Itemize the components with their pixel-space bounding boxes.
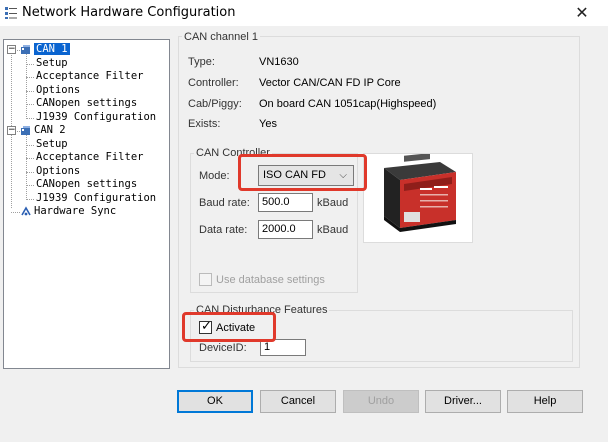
type-label: Type: [188,56,215,68]
tree-connector [26,144,34,146]
tree-connector [26,90,34,92]
tree-connector [26,77,34,78]
tree-item-label: CANopen settings [36,97,138,109]
tree-connector [26,117,34,119]
tree-item-setup[interactable]: Setup [36,138,68,151]
activate-highlight [182,312,276,342]
tree-item-can-1[interactable]: CAN 1 [34,43,70,56]
tree-connector [26,158,34,159]
tree-item-canopen-settings[interactable]: CANopen settings [36,178,137,191]
ok-button[interactable]: OK [177,390,253,413]
mode-label: Mode: [199,170,230,182]
data-rate-input[interactable]: 2000.0 [258,220,313,239]
exists-value: Yes [259,118,277,130]
tree-item-acceptance-filter[interactable]: Acceptance Filter [36,151,143,164]
tree-item-label: Setup [36,56,68,69]
channel-group-title: CAN channel 1 [182,31,260,43]
type-value: VN1630 [259,56,299,68]
close-button[interactable]: ✕ [570,2,594,24]
window-title: Network Hardware Configuration [22,5,236,20]
network-config-icon [5,7,17,19]
driver-button[interactable]: Driver... [425,390,501,413]
tree-connector [11,212,20,213]
tree-item-options[interactable]: Options [36,165,80,178]
tree-item-hardware-sync[interactable]: Hardware Sync [34,205,116,218]
controller-value: Vector CAN/CAN FD IP Core [259,77,401,89]
device-image [363,153,473,243]
help-button[interactable]: Help [507,390,583,413]
undo-button[interactable]: Undo [343,390,419,413]
tree-item-label: CAN 1 [34,43,70,55]
can-channel-icon [21,126,30,135]
cancel-button[interactable]: Cancel [260,390,336,413]
baud-rate-unit: kBaud [317,197,349,209]
tree-item-label: Options [36,83,81,96]
tree-connector [26,63,34,65]
cabpiggy-label: Cab/Piggy: [188,98,242,110]
hardware-tree[interactable]: − CAN 1 Setup Acceptance Filter Options CANop… [3,39,170,369]
can-channel-icon [21,45,30,54]
tree-item-label: Acceptance Filter [36,70,144,82]
tree-item-label: J1939 Configuration [36,191,157,204]
controller-label: Controller: [188,77,239,89]
device-id-label: DeviceID: [199,342,247,354]
hardware-sync-icon [21,206,31,216]
tree-item-setup[interactable]: Setup [36,57,68,70]
collapse-icon[interactable]: − [7,45,16,54]
use-database-checkbox[interactable] [199,273,212,286]
tree-item-options[interactable]: Options [36,84,80,97]
tree-connector [26,104,34,105]
tree-connector [26,185,34,186]
exists-label: Exists: [188,118,221,130]
tree-connector [26,198,34,200]
tree-connector [26,171,34,173]
tree-item-label: CANopen settings [36,178,138,190]
tree-item-can-2[interactable]: CAN 2 [34,124,66,137]
collapse-icon[interactable]: − [7,126,16,135]
tree-item-acceptance-filter[interactable]: Acceptance Filter [36,70,143,83]
data-rate-label: Data rate: [199,224,248,236]
mode-highlight [238,154,367,191]
tree-item-label: J1939 Configuration [36,110,157,123]
baud-rate-input[interactable]: 500.0 [258,193,313,212]
baud-rate-label: Baud rate: [199,197,250,209]
tree-item-label: CAN 2 [34,124,66,136]
tree-item-canopen-settings[interactable]: CANopen settings [36,97,137,110]
tree-item-j1939-configuration[interactable]: J1939 Configuration [36,111,156,124]
vn1630-device-icon [384,153,456,232]
cabpiggy-value: On board CAN 1051cap(Highspeed) [259,98,437,110]
tree-item-label: Options [36,164,81,177]
use-database-label: Use database settings [216,274,325,286]
title-bar: Network Hardware Configuration ✕ [0,0,608,26]
tree-item-j1939-configuration[interactable]: J1939 Configuration [36,192,156,205]
tree-item-label: Hardware Sync [34,205,117,217]
data-rate-unit: kBaud [317,224,349,236]
tree-item-label: Setup [36,137,68,150]
tree-item-label: Acceptance Filter [36,151,144,163]
